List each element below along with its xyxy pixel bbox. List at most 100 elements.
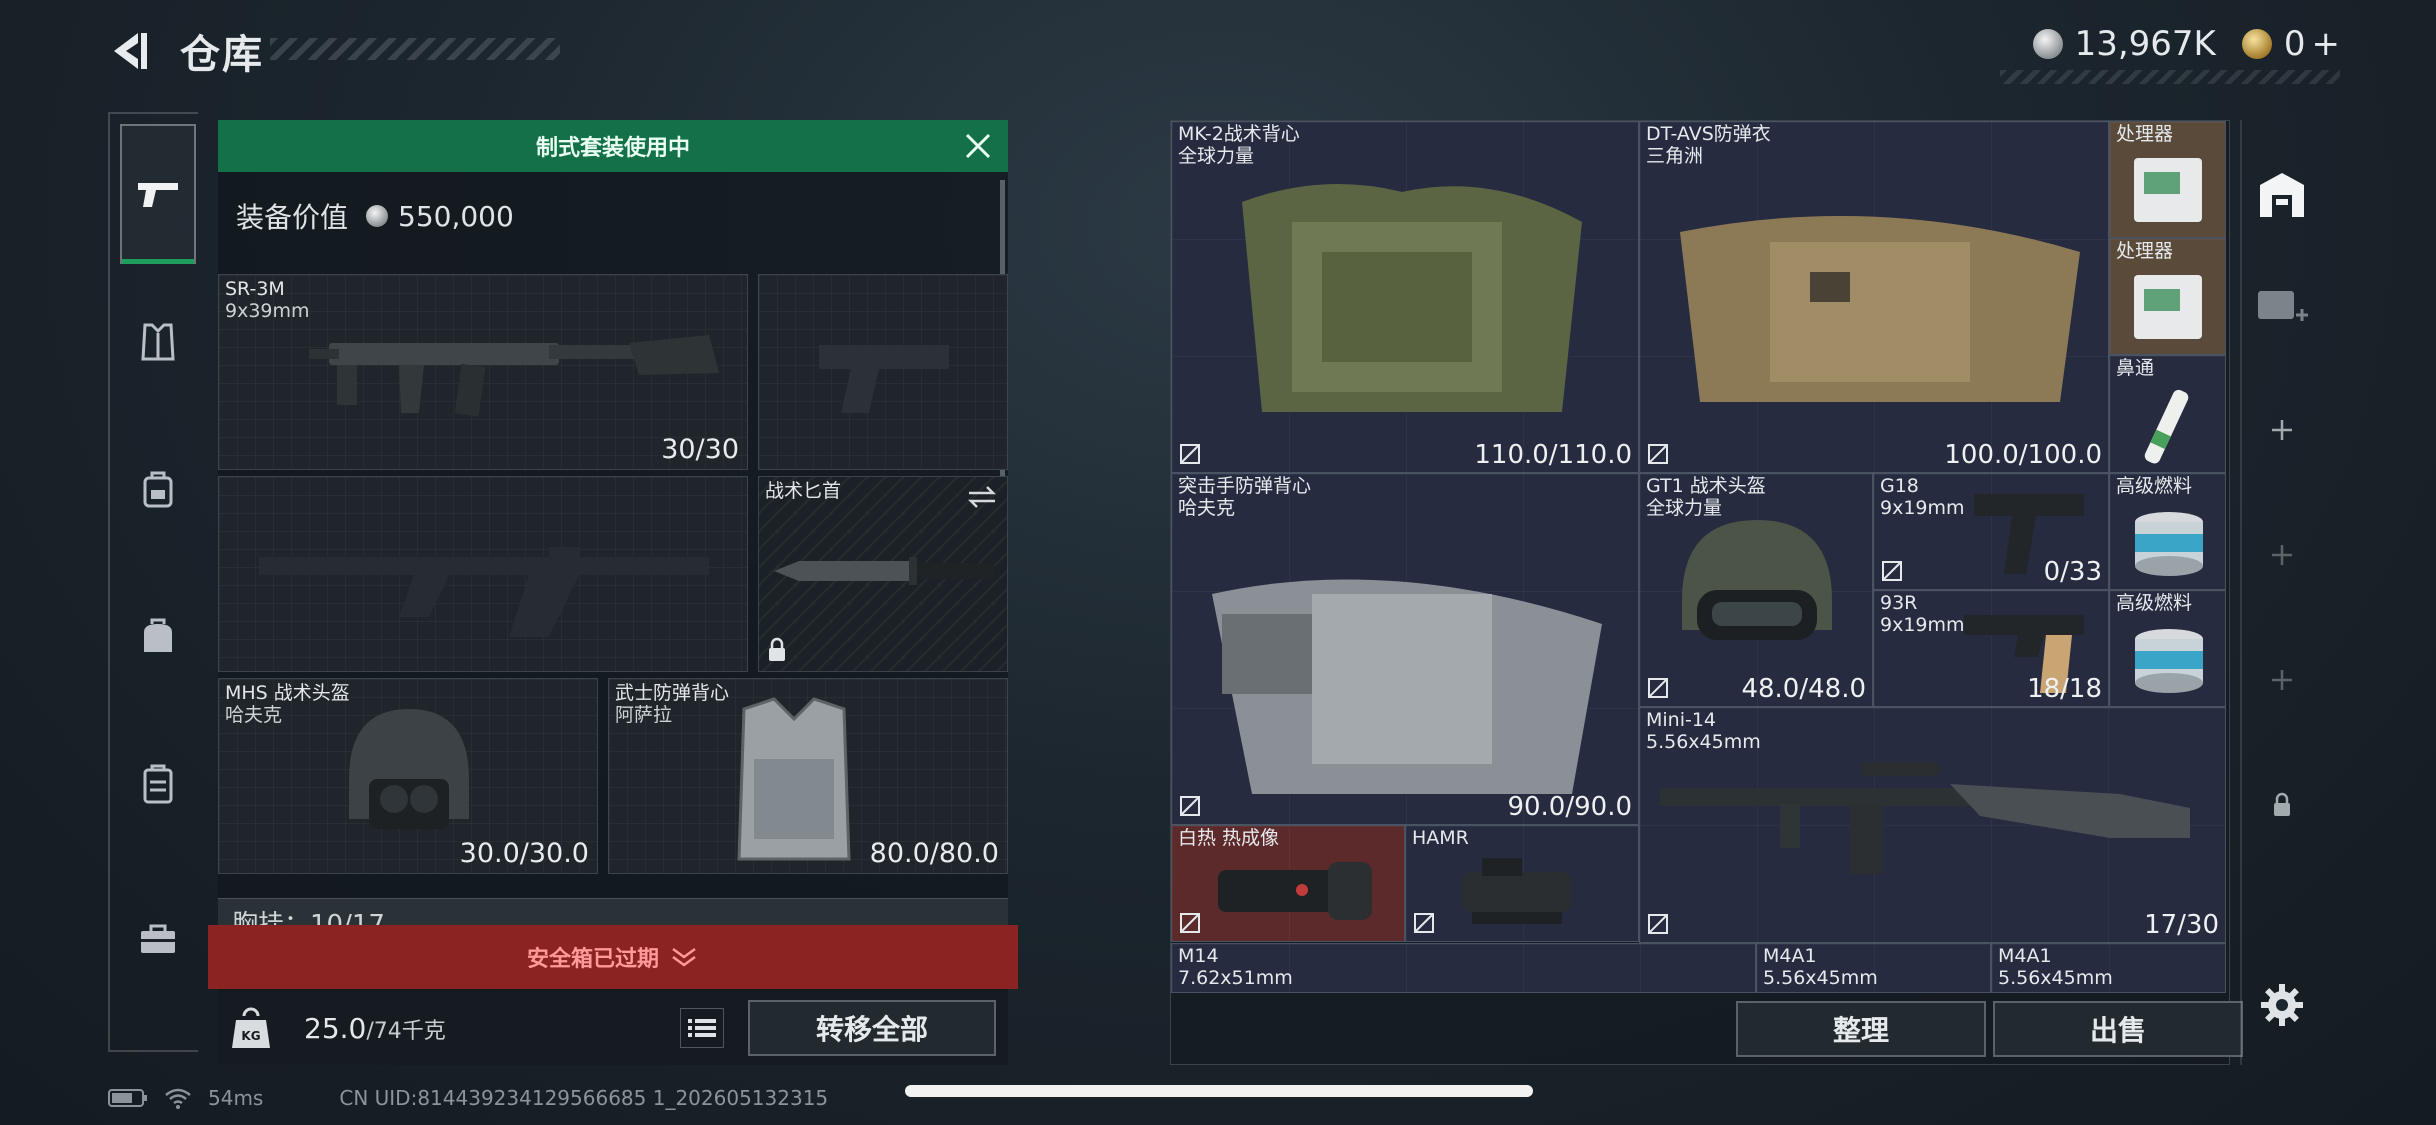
helmet-slot[interactable]: MHS 战术头盔 哈夫克 30.0/30.0 <box>218 678 598 874</box>
rail-toolbox-tab[interactable] <box>120 869 196 1009</box>
stash-tab-add-3[interactable] <box>2242 650 2322 710</box>
stash-tab-locked[interactable] <box>2242 775 2322 835</box>
stash-item-processor[interactable]: 处理器 <box>2109 238 2226 355</box>
item-ammo-count: 18/18 <box>2027 674 2102 704</box>
silver-amount: 13,967K <box>2074 24 2216 64</box>
item-name: M14 <box>1178 945 1219 967</box>
secondary-weapon-slot-empty[interactable] <box>218 476 748 672</box>
stash-item-hamr-scope[interactable]: HAMR <box>1405 825 1639 942</box>
loadout-value: 550,000 <box>398 199 514 233</box>
gold-add-button[interactable]: + <box>2312 24 2341 64</box>
stash-grid: MK-2战术背心 全球力量 110.0/110.0 DT-AVS防弹衣 三角洲 … <box>1171 121 2231 993</box>
armor-label: 武士防弹背心 阿萨拉 <box>615 682 729 727</box>
stash-item-premium-fuel[interactable]: 高级燃料 <box>2109 473 2226 590</box>
transfer-all-button[interactable]: 转移全部 <box>748 1000 996 1056</box>
item-label: 93R 9x19mm <box>1880 592 1965 637</box>
category-rail <box>108 112 198 1052</box>
rifle-image <box>309 335 719 417</box>
carry-weight-max: /74千克 <box>366 1019 446 1044</box>
stash-item-processor[interactable]: 处理器 <box>2109 121 2226 238</box>
kit-close-button[interactable] <box>958 126 998 166</box>
bag-icon <box>144 618 172 652</box>
primary-weapon-slot[interactable]: SR-3M 9x39mm 30/30 <box>218 274 748 470</box>
case-icon <box>143 764 173 804</box>
not-insured-icon <box>1648 444 1668 464</box>
stash-item-m14[interactable]: M14 7.62x51mm <box>1171 943 1756 993</box>
body-armor-slot[interactable]: 武士防弹背心 阿萨拉 80.0/80.0 <box>608 678 1008 874</box>
warehouse-icon <box>2260 173 2304 217</box>
stash-tab-expand[interactable] <box>2242 270 2322 340</box>
safe-box-expired-banner[interactable]: 安全箱已过期 <box>208 925 1018 989</box>
rail-backpack-tab[interactable] <box>120 419 196 559</box>
uid-text: CN UID:814439234129566685 1_202605132315 <box>339 1086 829 1110</box>
not-insured-icon <box>1882 561 1902 581</box>
rifle-silhouette-icon <box>259 547 709 637</box>
item-label: M4A1 5.56x45mm <box>1998 945 2113 990</box>
item-name: DT-AVS防弹衣 <box>1646 123 1771 145</box>
stash-item-93r[interactable]: 93R 9x19mm 18/18 <box>1873 590 2109 707</box>
rail-bag-tab[interactable] <box>120 566 196 706</box>
not-insured-icon <box>1180 444 1200 464</box>
chevron-down-icon <box>672 947 696 967</box>
swap-icon <box>967 486 997 508</box>
plus-icon <box>2272 670 2292 690</box>
item-name: Mini-14 <box>1646 709 1717 731</box>
item-ammo-count: 17/30 <box>2144 910 2219 940</box>
item-name: 处理器 <box>2116 123 2174 145</box>
melee-slot[interactable]: 战术匕首 <box>758 476 1008 672</box>
item-ammo-type: 5.56x45mm <box>1646 730 1761 753</box>
stash-tab-add-2[interactable] <box>2242 525 2322 585</box>
item-label: M14 7.62x51mm <box>1178 945 1293 990</box>
item-name: 突击手防弹背心 <box>1178 475 1312 497</box>
stash-item-mk2-vest[interactable]: MK-2战术背心 全球力量 110.0/110.0 <box>1171 121 1639 473</box>
not-insured-icon <box>1180 913 1200 933</box>
stash-item-g18[interactable]: G18 9x19mm 0/33 <box>1873 473 2109 590</box>
item-name: MK-2战术背心 <box>1178 123 1300 145</box>
weight-icon: KG <box>232 1007 270 1048</box>
stash-tab-add-1[interactable] <box>2242 400 2322 460</box>
stash-item-premium-fuel[interactable]: 高级燃料 <box>2109 590 2226 707</box>
sell-button[interactable]: 出售 <box>1993 1001 2243 1057</box>
plus-icon <box>2272 545 2292 565</box>
back-button[interactable] <box>105 28 155 74</box>
helmet-brand: 哈夫克 <box>225 703 283 726</box>
list-view-button[interactable] <box>680 1008 724 1048</box>
stash-item-assault-vest[interactable]: 突击手防弹背心 哈夫克 90.0/90.0 <box>1171 473 1639 825</box>
rail-case-tab[interactable] <box>120 714 196 854</box>
processor-image <box>2134 275 2202 339</box>
stash-tab-main[interactable] <box>2242 160 2322 230</box>
rail-armor-tab[interactable] <box>120 272 196 412</box>
gear-icon <box>2261 984 2303 1026</box>
not-insured-icon <box>1648 914 1668 934</box>
item-name: 高级燃料 <box>2116 475 2193 497</box>
item-ammo-type: 5.56x45mm <box>1763 966 1878 989</box>
not-insured-icon <box>1414 913 1434 933</box>
processor-image <box>2134 158 2202 222</box>
backpack-icon <box>143 471 173 508</box>
item-label: 突击手防弹背心 哈夫克 <box>1178 475 1312 520</box>
sort-button[interactable]: 整理 <box>1736 1001 1986 1057</box>
item-brand: 全球力量 <box>1646 496 1723 519</box>
currency-decoration <box>2000 70 2340 84</box>
item-label: MK-2战术背心 全球力量 <box>1178 123 1300 168</box>
stash-item-m4a1[interactable]: M4A1 5.56x45mm <box>1756 943 1991 993</box>
stash-item-nasal-spray[interactable]: 鼻通 <box>2109 355 2226 473</box>
stash-item-thermal-scope[interactable]: 白热 热成像 <box>1171 825 1405 942</box>
item-label: GT1 战术头盔 全球力量 <box>1646 475 1766 520</box>
stash-item-gt1-helmet[interactable]: GT1 战术头盔 全球力量 48.0/48.0 <box>1639 473 1873 707</box>
home-indicator[interactable] <box>905 1085 1533 1097</box>
silver-coin-icon <box>2032 29 2063 59</box>
stash-item-dt-avs-armor[interactable]: DT-AVS防弹衣 三角洲 100.0/100.0 <box>1639 121 2109 473</box>
stash-item-mini14[interactable]: Mini-14 5.56x45mm 17/30 <box>1639 707 2226 943</box>
item-name: G18 <box>1880 475 1919 497</box>
stash-item-m4a1[interactable]: M4A1 5.56x45mm <box>1991 943 2226 993</box>
settings-button[interactable] <box>2242 970 2322 1040</box>
item-ammo-count: 0/33 <box>2043 557 2102 587</box>
add-storage-icon <box>2258 291 2308 321</box>
nasal-spray-image <box>2144 389 2189 464</box>
pistol-silhouette-icon <box>819 345 949 413</box>
rail-weapons-tab[interactable] <box>120 124 196 264</box>
item-durability: 100.0/100.0 <box>1944 440 2102 470</box>
item-label: G18 9x19mm <box>1880 475 1965 520</box>
sidearm-slot-empty[interactable] <box>758 274 1008 470</box>
